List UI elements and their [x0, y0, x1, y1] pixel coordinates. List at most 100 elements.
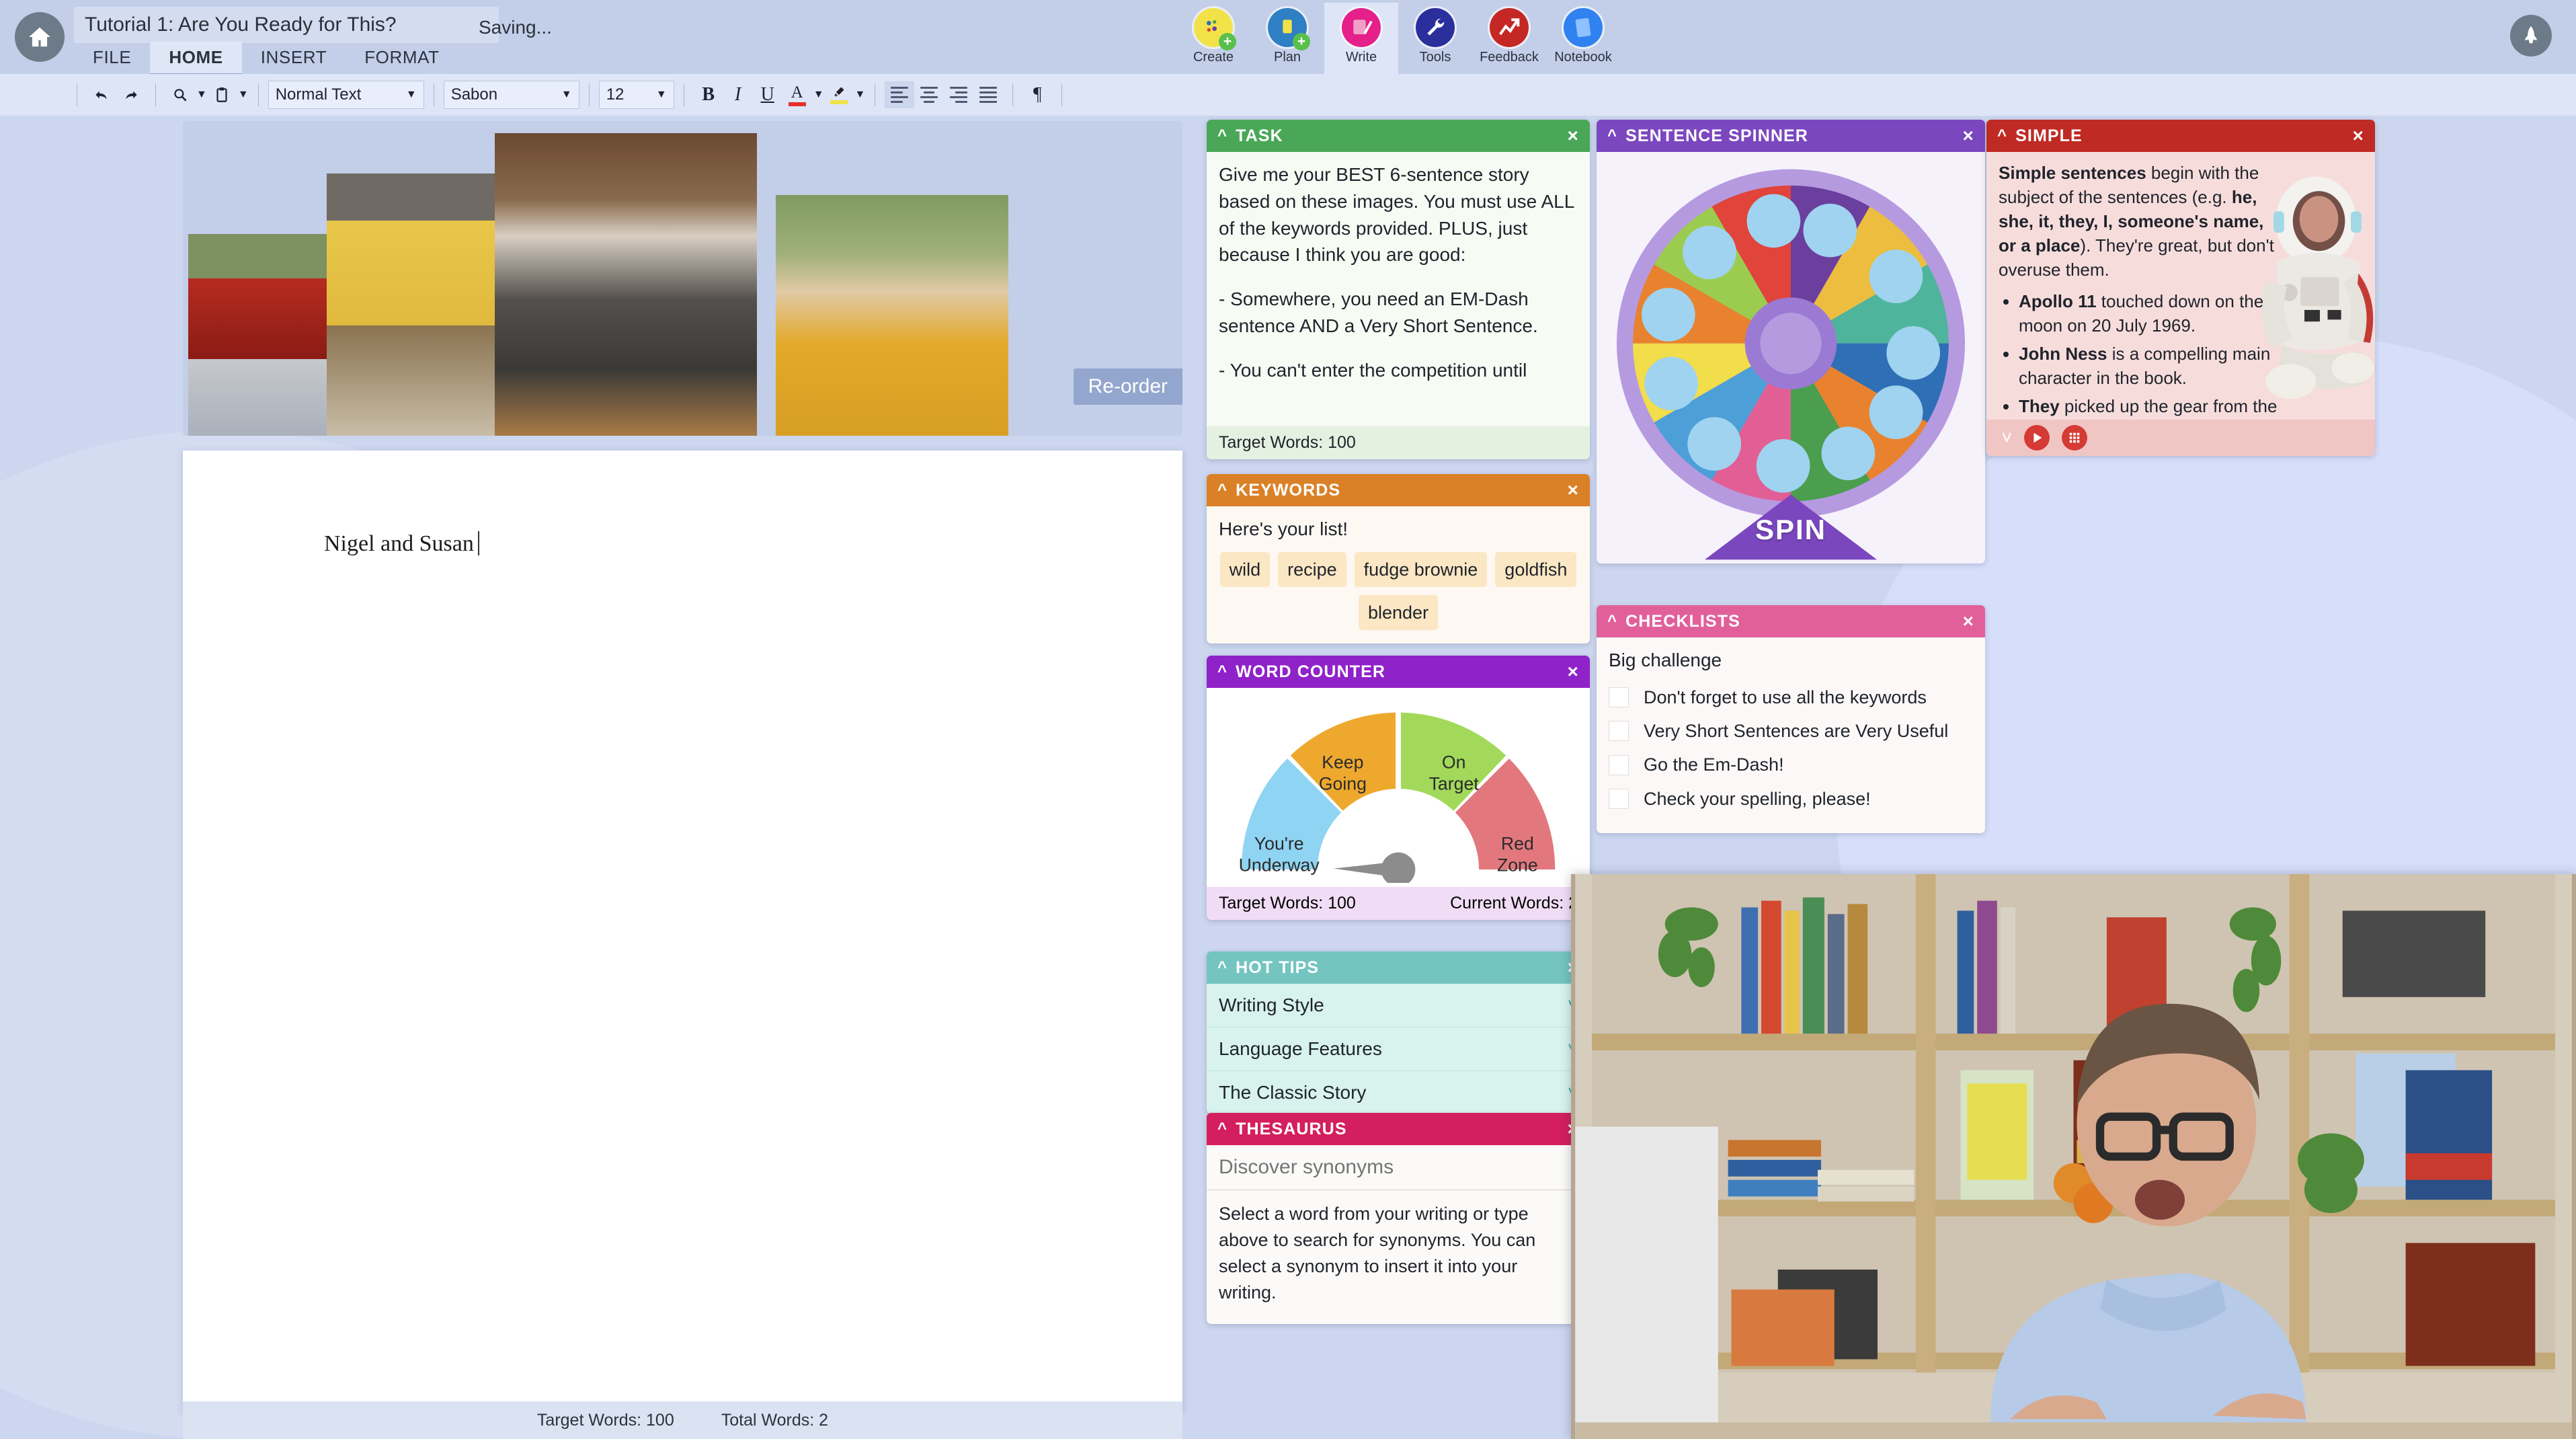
app-label: Write [1345, 50, 1377, 65]
spin-button-label[interactable]: SPIN [1755, 510, 1826, 550]
keyword-chip[interactable]: goldfish [1495, 551, 1577, 588]
close-icon[interactable]: × [1568, 662, 1579, 681]
text-cursor [477, 531, 479, 555]
underline-button[interactable]: U [753, 81, 782, 108]
hot-tip-writing-style[interactable]: Writing Style ˅ [1207, 984, 1590, 1027]
panel-checklists-body: Big challenge Don't forget to use all th… [1597, 637, 1985, 834]
chevron-up-icon[interactable]: ^ [1997, 126, 2007, 145]
keyword-chip[interactable]: recipe [1278, 551, 1346, 588]
hot-tip-label: The Classic Story [1219, 1081, 1367, 1103]
app-notebook[interactable]: Notebook [1546, 3, 1620, 75]
checkbox[interactable] [1609, 687, 1629, 707]
reorder-button[interactable]: Re-order [1073, 368, 1182, 405]
paragraph-style-select[interactable]: Normal Text ▼ [268, 81, 424, 109]
close-icon[interactable]: × [1963, 126, 1974, 145]
story-image-firefighter[interactable] [188, 234, 327, 436]
story-image-boy[interactable] [327, 173, 499, 436]
task-paragraph: Give me your BEST 6-sentence story based… [1219, 164, 1574, 266]
checklist-item[interactable]: Don't forget to use all the keywords [1609, 685, 1973, 710]
gauge-label-red: Red [1501, 834, 1534, 854]
ribbon-tabs: FILE HOME INSERT FORMAT [74, 42, 458, 76]
checkbox[interactable] [1609, 754, 1629, 775]
rocket-icon[interactable] [2510, 15, 2552, 56]
checklist-item[interactable]: Check your spelling, please! [1609, 786, 1973, 812]
chevron-up-icon[interactable]: ^ [1217, 1120, 1227, 1138]
font-color-caret[interactable]: ▼ [813, 89, 824, 101]
undo-icon[interactable] [87, 81, 116, 108]
highlighter-icon[interactable] [824, 81, 854, 108]
bold-button[interactable]: B [694, 81, 723, 108]
redo-icon[interactable] [116, 81, 146, 108]
document-body[interactable]: Nigel and Susan [324, 531, 479, 557]
chevron-up-icon[interactable]: ^ [1607, 126, 1617, 145]
font-size-select[interactable]: 12 ▼ [598, 81, 674, 109]
chevron-up-icon[interactable]: ^ [1217, 126, 1227, 145]
app-write[interactable]: Write [1324, 3, 1398, 75]
checklist-item-label: Very Short Sentences are Very Useful [1644, 721, 1949, 742]
keyword-chip[interactable]: blender [1358, 595, 1439, 631]
chevron-up-icon[interactable]: ^ [1607, 612, 1617, 631]
chevron-down-icon[interactable]: ˅ [2001, 427, 2012, 449]
panel-simple-header: ^ SIMPLE × [1986, 120, 2375, 152]
grid-icon[interactable] [2062, 425, 2088, 451]
keyword-chip[interactable]: fudge brownie [1354, 551, 1488, 588]
search-icon[interactable] [165, 81, 195, 108]
simple-example-list: Apollo 11 touched down on the moon on 20… [1999, 290, 2281, 420]
italic-button[interactable]: I [723, 81, 753, 108]
save-status: Saving... [479, 17, 552, 38]
ribbon-tab-home[interactable]: HOME [150, 42, 242, 76]
align-right-icon[interactable] [944, 81, 973, 108]
panel-hot-tips-title: HOT TIPS [1236, 958, 1320, 977]
app-create[interactable]: + Create [1176, 3, 1250, 75]
checklist-item[interactable]: Very Short Sentences are Very Useful [1609, 718, 1973, 744]
toolbar-divider [588, 83, 590, 106]
tutorial-video[interactable] [1571, 874, 2576, 1439]
search-dropdown-caret[interactable]: ▼ [196, 89, 207, 101]
chevron-up-icon[interactable]: ^ [1217, 958, 1227, 977]
keyword-chip[interactable]: wild [1219, 551, 1271, 588]
close-icon[interactable]: × [1963, 612, 1974, 631]
ribbon-tab-insert[interactable]: INSERT [242, 42, 346, 76]
highlight-caret[interactable]: ▼ [855, 89, 866, 101]
thesaurus-search-input[interactable] [1207, 1145, 1590, 1190]
panel-keywords-header: ^ KEYWORDS × [1207, 474, 1590, 506]
align-left-icon[interactable] [885, 81, 915, 108]
play-icon[interactable] [2024, 425, 2050, 451]
close-icon[interactable]: × [1568, 126, 1579, 145]
gauge-label-underway: You're [1254, 834, 1304, 854]
document-title-input[interactable] [74, 7, 499, 43]
panel-spinner-header: ^ SENTENCE SPINNER × [1597, 120, 1985, 152]
pilcrow-button[interactable]: ¶ [1022, 81, 1052, 108]
close-icon[interactable]: × [1568, 481, 1579, 500]
app-plan[interactable]: + Plan [1250, 3, 1324, 75]
align-center-icon[interactable] [914, 81, 944, 108]
chevron-up-icon[interactable]: ^ [1217, 662, 1227, 681]
panel-keywords-body: Here's your list! wild recipe fudge brow… [1207, 506, 1590, 644]
chevron-up-icon[interactable]: ^ [1217, 481, 1227, 500]
checkbox[interactable] [1609, 788, 1629, 809]
panel-task-header: ^ TASK × [1207, 120, 1590, 152]
hot-tip-language-features[interactable]: Language Features ˅ [1207, 1027, 1590, 1071]
story-image-cafe-staff[interactable] [495, 133, 757, 436]
simple-intro-bold: Simple sentences [1999, 163, 2146, 183]
ribbon-tab-file[interactable]: FILE [74, 42, 150, 76]
paste-dropdown-caret[interactable]: ▼ [238, 89, 249, 101]
close-icon[interactable]: × [2353, 126, 2364, 145]
app-tools[interactable]: Tools [1398, 3, 1472, 75]
spinner-wheel[interactable] [1597, 152, 1985, 563]
checkbox[interactable] [1609, 721, 1629, 742]
story-image-girl[interactable] [776, 195, 1008, 436]
align-justify-icon[interactable] [973, 81, 1003, 108]
font-family-select[interactable]: Sabon ▼ [443, 81, 579, 109]
hot-tip-classic-story[interactable]: The Classic Story ˅ [1207, 1071, 1590, 1114]
simple-example-bold: John Ness [2019, 344, 2107, 364]
ribbon-tab-format[interactable]: FORMAT [346, 42, 458, 76]
home-icon[interactable] [15, 12, 65, 62]
app-feedback[interactable]: Feedback [1472, 3, 1546, 75]
clipboard-icon[interactable] [207, 81, 237, 108]
wheel-hub-inner [1760, 313, 1822, 375]
gauge-label-underway2: Underway [1239, 855, 1320, 876]
checklist-item[interactable]: Go the Em-Dash! [1609, 752, 1973, 777]
document-page[interactable]: Nigel and Susan [183, 451, 1182, 1412]
font-color-button[interactable]: A [782, 81, 812, 108]
